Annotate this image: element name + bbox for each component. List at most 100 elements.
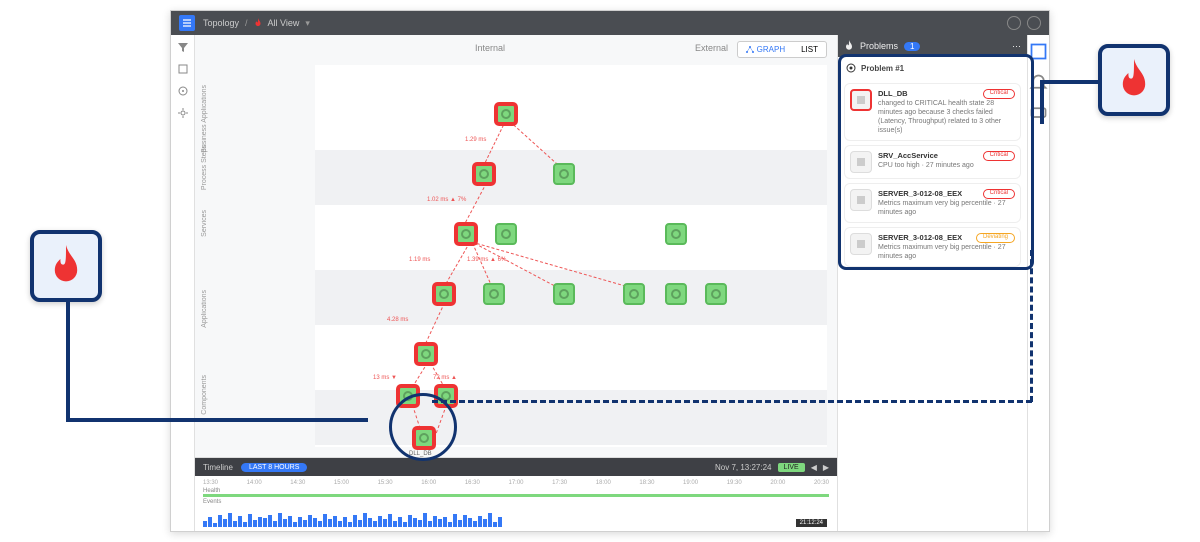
panel-title: Problems — [860, 41, 898, 51]
hamburger-icon — [182, 18, 192, 28]
edge-label: 1.29 ms — [465, 137, 486, 143]
user-icon[interactable] — [1027, 16, 1041, 30]
view-graph-button[interactable]: GRAPH — [738, 42, 793, 57]
status-badge: Critical — [983, 189, 1015, 199]
graph-node[interactable] — [705, 283, 727, 305]
panel-count: 1 — [904, 42, 920, 51]
edge-label: 4.28 ms — [387, 317, 408, 323]
problem-desc: CPU too high · 27 minutes ago — [878, 161, 1015, 170]
events-bars — [203, 507, 829, 527]
problem-item[interactable]: SRV_AccService Critical CPU too high · 2… — [844, 145, 1021, 179]
topology-graph[interactable]: 1.29 ms 1.02 ms ▲ 7% 1.19 ms 1.39 ms ▲ 6… — [315, 65, 827, 447]
problem-name: SERVER_3-012-08_EEX — [878, 233, 962, 243]
graph-node[interactable] — [415, 343, 437, 365]
filter-icon[interactable] — [177, 41, 189, 53]
graph-node[interactable] — [495, 103, 517, 125]
problem-desc: Metrics maximum very big percentile · 27… — [878, 199, 1015, 217]
problems-panel: Problems 1 ⋯ Problem #1 DLL_DB Critical … — [837, 35, 1027, 531]
chat-icon[interactable] — [1028, 103, 1049, 124]
connector-dashed — [432, 400, 1032, 403]
problem-thumb — [850, 233, 872, 255]
problem-name: DLL_DB — [878, 89, 908, 99]
graph-node[interactable] — [473, 163, 495, 185]
timeline-title: Timeline — [203, 463, 233, 472]
panel-menu-icon[interactable]: ⋯ — [1012, 41, 1021, 52]
row-label: Services — [201, 210, 208, 237]
edge-label: 1.19 ms — [409, 257, 430, 263]
status-badge: Deviating — [976, 233, 1015, 243]
fire-icon — [1116, 59, 1152, 101]
crumb-view[interactable]: All View — [268, 18, 300, 28]
breadcrumb: Topology / All View ▾ — [203, 18, 310, 29]
graph-node[interactable] — [455, 223, 477, 245]
health-line — [203, 494, 829, 497]
edge-label: 13 ms ▼ — [373, 375, 397, 381]
timeline-range[interactable]: LAST 8 HOURS — [241, 463, 307, 472]
graph-node[interactable] — [553, 283, 575, 305]
main-canvas: Internal External GRAPH LIST Business Ap… — [195, 35, 837, 531]
graph-node[interactable] — [623, 283, 645, 305]
settings-icon[interactable] — [177, 107, 189, 119]
edge-label: 72 ms ▲ — [433, 375, 457, 381]
view-list-button[interactable]: LIST — [793, 42, 826, 57]
layers-icon[interactable] — [177, 63, 189, 75]
fire-icon — [844, 40, 854, 52]
crumb-root[interactable]: Topology — [203, 18, 239, 28]
callout-fire-right — [1098, 44, 1170, 116]
timeline-stamp: Nov 7, 13:27:24 — [715, 463, 771, 472]
connector-line — [1040, 80, 1044, 124]
timeline-prev-icon[interactable]: ◀ — [811, 463, 817, 472]
problem-item[interactable]: SERVER_3-012-08_EEX Critical Metrics max… — [844, 183, 1021, 223]
row-label: Components — [201, 375, 208, 415]
status-badge: Critical — [983, 89, 1015, 99]
chevron-down-icon[interactable]: ▾ — [305, 18, 310, 29]
column-header-external: External — [695, 43, 728, 53]
edge-label: 1.39 ms ▲ 6% — [467, 257, 506, 263]
timeline-ticks: 13:3014:0014:3015:0015:3016:0016:3017:00… — [203, 480, 829, 486]
expand-icon[interactable] — [1028, 41, 1049, 62]
timeline: Timeline LAST 8 HOURS Nov 7, 13:27:24 LI… — [195, 457, 837, 531]
graph-node[interactable] — [665, 223, 687, 245]
problem-name: SRV_AccService — [878, 151, 938, 161]
problem-heading: Problem #1 — [838, 57, 1027, 79]
problem-desc: changed to CRITICAL health state 28 minu… — [878, 99, 1015, 135]
help-icon[interactable] — [1007, 16, 1021, 30]
topbar: Topology / All View ▾ — [171, 11, 1049, 35]
problem-desc: Metrics maximum very big percentile · 27… — [878, 243, 1015, 261]
fire-icon — [254, 18, 262, 28]
connector-line — [1040, 80, 1098, 84]
fire-icon — [48, 245, 84, 287]
connector-line — [66, 418, 368, 422]
connector-dashed — [1030, 250, 1033, 402]
target-icon — [846, 63, 856, 73]
row-label: Applications — [201, 290, 208, 328]
problem-thumb — [850, 189, 872, 211]
row-label: Business Applications — [201, 85, 208, 153]
problem-thumb — [850, 151, 872, 173]
column-header-internal: Internal — [475, 43, 505, 53]
target-icon[interactable] — [177, 85, 189, 97]
timeline-end: 21:12:24 — [796, 519, 827, 527]
graph-node[interactable] — [665, 283, 687, 305]
callout-fire-left — [30, 230, 102, 302]
problem-thumb — [850, 89, 872, 111]
problem-name: SERVER_3-012-08_EEX — [878, 189, 962, 199]
menu-button[interactable] — [179, 15, 195, 31]
graph-icon — [746, 46, 754, 54]
annotation-circle — [389, 393, 457, 461]
live-badge[interactable]: LIVE — [778, 463, 805, 472]
timeline-row-events: Events — [203, 499, 829, 505]
row-label: Process Steps — [201, 145, 208, 190]
problem-item[interactable]: DLL_DB Critical changed to CRITICAL heal… — [844, 83, 1021, 141]
chevron-icon: / — [245, 18, 248, 28]
graph-node[interactable] — [433, 283, 455, 305]
problem-item[interactable]: SERVER_3-012-08_EEX Deviating Metrics ma… — [844, 227, 1021, 267]
graph-node[interactable] — [483, 283, 505, 305]
edge-label: 1.02 ms ▲ 7% — [427, 197, 466, 203]
left-toolbar — [171, 35, 195, 531]
app-window: Topology / All View ▾ Internal External — [170, 10, 1050, 532]
graph-node[interactable] — [553, 163, 575, 185]
timeline-next-icon[interactable]: ▶ — [823, 463, 829, 472]
graph-node[interactable] — [495, 223, 517, 245]
view-toggle: GRAPH LIST — [737, 41, 827, 58]
